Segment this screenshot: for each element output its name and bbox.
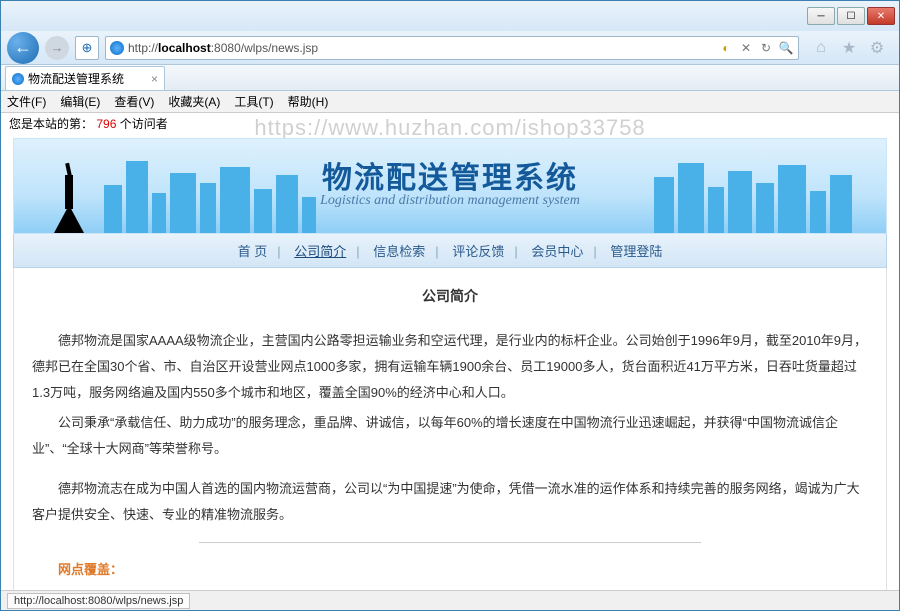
compat-icon[interactable]: ◐	[718, 40, 734, 56]
tab-close-icon[interactable]: ×	[151, 72, 158, 86]
visitor-count: 796	[96, 117, 116, 131]
maximize-button[interactable]: ☐	[837, 7, 865, 25]
ie-icon	[110, 41, 124, 55]
tab-bar: 物流配送管理系统 ×	[1, 65, 899, 91]
nav-member[interactable]: 会员中心	[525, 244, 589, 259]
menu-edit[interactable]: 编辑(E)	[60, 93, 100, 110]
browser-window: ─ ☐ ✕ ← → ⊕ http://localhost:8080/wlps/n…	[0, 0, 900, 611]
article-body: 公司简介 德邦物流是国家AAAA级物流企业，主营国内公路零担运输业务和空运代理，…	[13, 268, 887, 592]
close-button[interactable]: ✕	[867, 7, 895, 25]
address-bar[interactable]: http://localhost:8080/wlps/news.jsp ◐ ✕ …	[105, 36, 799, 60]
favorites-icon[interactable]: ★	[839, 38, 859, 58]
menu-help[interactable]: 帮助(H)	[288, 93, 329, 110]
article-p2: 公司秉承“承载信任、助力成功”的服务理念，重品牌、讲诚信，以每年60%的增长速度…	[32, 410, 868, 462]
nav-home[interactable]: 首 页	[232, 244, 274, 259]
url-path: :8080/wlps/news.jsp	[211, 41, 318, 55]
window-controls: ─ ☐ ✕	[807, 7, 895, 25]
page-content: https://www.huzhan.com/ishop33758 您是本站的第…	[1, 113, 899, 592]
home-icon[interactable]: ⌂	[811, 38, 831, 58]
titlebar: ─ ☐ ✕	[1, 1, 899, 31]
forward-button[interactable]: →	[45, 36, 69, 60]
header-banner: 物流配送管理系统 Logistics and distribution mana…	[13, 138, 887, 234]
search-icon[interactable]: 🔍	[778, 40, 794, 56]
addressbar-icons: ◐ ✕ ↻ 🔍	[718, 40, 794, 56]
status-bar: http://localhost:8080/wlps/news.jsp	[1, 590, 899, 610]
toolbar-right-icons: ⌂ ★ ⚙	[805, 38, 893, 58]
visitor-suffix: 个访问者	[120, 117, 168, 131]
menu-bar: 文件(F) 编辑(E) 查看(V) 收藏夹(A) 工具(T) 帮助(H)	[1, 91, 899, 113]
menu-tools[interactable]: 工具(T)	[234, 93, 273, 110]
back-button[interactable]: ←	[7, 32, 39, 64]
nav-toolbar: ← → ⊕ http://localhost:8080/wlps/news.js…	[1, 31, 899, 65]
tab-title: 物流配送管理系统	[28, 70, 124, 87]
visitor-counter: 您是本站的第： 796 个访问者	[1, 113, 899, 134]
article-heading: 公司简介	[32, 282, 868, 310]
nav-about[interactable]: 公司简介	[288, 244, 352, 259]
nav-search[interactable]: 信息检索	[367, 244, 431, 259]
url-protocol: http://	[128, 41, 158, 55]
section-coverage-title: 网点覆盖：	[32, 557, 868, 583]
browser-tab[interactable]: 物流配送管理系统 ×	[5, 66, 165, 90]
tools-gear-icon[interactable]: ⚙	[867, 38, 887, 58]
menu-view[interactable]: 查看(V)	[114, 93, 154, 110]
statue-silhouette	[54, 155, 84, 233]
nav-feedback[interactable]: 评论反馈	[446, 244, 510, 259]
banner-title: 物流配送管理系统	[322, 153, 578, 197]
security-shield-icon[interactable]: ⊕	[75, 36, 99, 60]
status-url: http://localhost:8080/wlps/news.jsp	[7, 593, 190, 609]
site-nav: 首 页| 公司简介| 信息检索| 评论反馈| 会员中心| 管理登陆	[13, 234, 887, 268]
menu-file[interactable]: 文件(F)	[7, 93, 46, 110]
refresh-icon[interactable]: ↻	[758, 40, 774, 56]
visitor-prefix: 您是本站的第：	[9, 117, 93, 131]
url-host: localhost	[158, 41, 211, 55]
url-text: http://localhost:8080/wlps/news.jsp	[128, 41, 318, 55]
article-p1: 德邦物流是国家AAAA级物流企业，主营国内公路零担运输业务和空运代理，是行业内的…	[32, 328, 868, 406]
stop-icon[interactable]: ✕	[738, 40, 754, 56]
tab-favicon	[12, 73, 24, 85]
nav-admin[interactable]: 管理登陆	[604, 244, 668, 259]
minimize-button[interactable]: ─	[807, 7, 835, 25]
article-p3: 德邦物流志在成为中国人首选的国内物流运营商，公司以“为中国提速”为使命，凭借一流…	[32, 476, 868, 528]
divider	[199, 542, 701, 543]
menu-favorites[interactable]: 收藏夹(A)	[168, 93, 220, 110]
banner-subtitle: Logistics and distribution management sy…	[320, 193, 580, 209]
